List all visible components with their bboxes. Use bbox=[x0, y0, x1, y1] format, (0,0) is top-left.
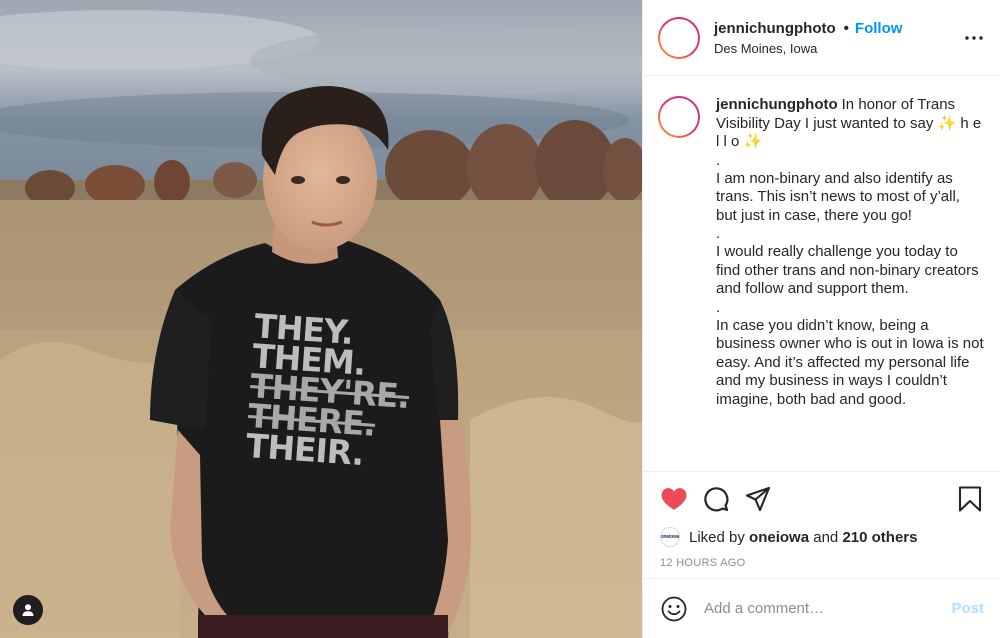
liker-avatar[interactable]: oneiowa bbox=[660, 527, 680, 547]
like-button[interactable] bbox=[660, 485, 688, 513]
more-options-button[interactable] bbox=[962, 26, 986, 50]
caption-paragraph: I would really challenge you today to fi… bbox=[716, 243, 979, 297]
save-button[interactable] bbox=[956, 485, 984, 513]
likes-summary: oneiowa Liked by oneiowa and 210 others bbox=[660, 527, 984, 547]
likes-prefix: Liked by bbox=[689, 528, 745, 546]
caption-username[interactable]: jennichungphoto bbox=[716, 96, 838, 113]
actions-area: oneiowa Liked by oneiowa and 210 others … bbox=[643, 471, 1000, 578]
post-comment-button[interactable]: Post bbox=[951, 600, 984, 617]
comment-input[interactable] bbox=[704, 600, 952, 617]
caption-paragraph: I am non-binary and also identify as tra… bbox=[716, 169, 960, 224]
smiley-icon bbox=[661, 596, 687, 621]
more-horizontal-icon bbox=[965, 35, 983, 40]
post-side-panel: jennichungphoto • Follow Des Moines, Iow… bbox=[642, 0, 1000, 638]
comment-button[interactable] bbox=[702, 485, 730, 513]
comment-icon bbox=[704, 487, 729, 512]
liker-username[interactable]: oneiowa bbox=[749, 529, 809, 546]
caption-row: jennichungphoto In honor of Trans Visibil… bbox=[658, 96, 984, 409]
shirt-print: THEY. THEM. THEY'RE. THERE. THEIR. bbox=[245, 306, 455, 475]
post-header: jennichungphoto • Follow Des Moines, Iow… bbox=[643, 0, 1000, 76]
post-caption: jennichungphoto In honor of Trans Visibil… bbox=[716, 96, 984, 409]
share-button[interactable] bbox=[744, 485, 772, 513]
separator-dot: • bbox=[843, 20, 849, 37]
bookmark-icon bbox=[958, 486, 982, 512]
comments-section[interactable]: jennichungphoto In honor of Trans Visibil… bbox=[643, 76, 1000, 471]
caption-paragraph: In case you didn’t know, being a busines… bbox=[716, 316, 984, 408]
follow-button[interactable]: Follow bbox=[855, 19, 903, 38]
paper-plane-icon bbox=[745, 486, 771, 512]
emoji-button[interactable] bbox=[660, 595, 688, 623]
caption-separator: . bbox=[716, 151, 721, 169]
caption-separator: . bbox=[716, 298, 721, 316]
author-meta: jennichungphoto • Follow Des Moines, Iow… bbox=[714, 19, 962, 56]
likes-others-link[interactable]: 210 others bbox=[842, 529, 917, 546]
instagram-post: THEY. THEM. THEY'RE. THERE. THEIR. jenni… bbox=[0, 0, 1000, 638]
author-username[interactable]: jennichungphoto bbox=[714, 19, 836, 38]
heart-filled-icon bbox=[661, 488, 687, 510]
author-avatar[interactable] bbox=[658, 16, 700, 59]
caption-separator: . bbox=[716, 225, 721, 242]
tagged-users-button[interactable] bbox=[13, 595, 43, 625]
person-icon bbox=[22, 604, 34, 616]
post-photo[interactable]: THEY. THEM. THEY'RE. THERE. THEIR. bbox=[0, 0, 642, 638]
post-timestamp[interactable]: 12 HOURS AGO bbox=[660, 557, 984, 569]
add-comment-bar: Post bbox=[643, 578, 1000, 638]
caption-author-avatar[interactable] bbox=[658, 96, 700, 138]
action-bar bbox=[660, 484, 984, 514]
likes-conjunction: and bbox=[813, 528, 839, 546]
post-location[interactable]: Des Moines, Iowa bbox=[714, 41, 962, 56]
